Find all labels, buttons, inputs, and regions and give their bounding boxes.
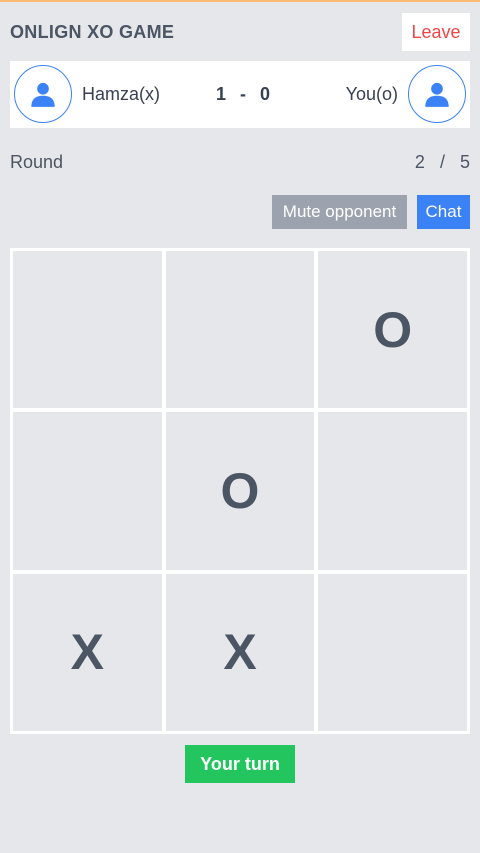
turn-indicator-button[interactable]: Your turn <box>185 745 295 783</box>
board-cell[interactable]: O <box>318 251 467 409</box>
top-accent-line <box>0 0 480 2</box>
user-icon <box>31 82 55 107</box>
score: 1 - 0 <box>216 61 270 128</box>
leave-button[interactable]: Leave <box>402 13 470 51</box>
round-total: 5 <box>459 151 470 172</box>
action-buttons: Mute opponent Chat <box>272 195 470 229</box>
score-left: 1 <box>216 84 227 104</box>
board-cell[interactable] <box>13 412 162 570</box>
avatar-right <box>408 65 466 123</box>
players-panel: Hamza(x) 1 - 0 You(o) <box>10 61 470 128</box>
round-value: 2 / 5 <box>415 152 470 173</box>
score-separator: - <box>240 84 247 104</box>
mute-opponent-button[interactable]: Mute opponent <box>272 195 407 229</box>
chat-button[interactable]: Chat <box>417 195 470 229</box>
board-cell[interactable] <box>165 251 315 409</box>
game-board: O O X X <box>10 248 470 734</box>
player-name: You(o) <box>345 84 398 104</box>
score-right: 0 <box>260 84 271 104</box>
round-label: Round <box>10 151 64 172</box>
board-cell[interactable]: O <box>165 412 315 570</box>
board-cell[interactable] <box>13 251 162 409</box>
round-row: Round 2 / 5 <box>10 150 470 174</box>
board-cell[interactable]: X <box>165 573 315 731</box>
board-cell[interactable] <box>318 412 467 570</box>
user-icon <box>425 82 449 107</box>
board-cell[interactable] <box>318 573 467 731</box>
round-separator: / <box>439 151 445 172</box>
round-current: 2 <box>414 151 425 172</box>
avatar-left <box>14 65 72 123</box>
header: ONLIGN XO GAME Leave <box>10 13 470 51</box>
game-title: ONLIGN XO GAME <box>10 21 175 42</box>
opponent-name: Hamza(x) <box>82 84 161 104</box>
board-cell[interactable]: X <box>13 573 162 731</box>
